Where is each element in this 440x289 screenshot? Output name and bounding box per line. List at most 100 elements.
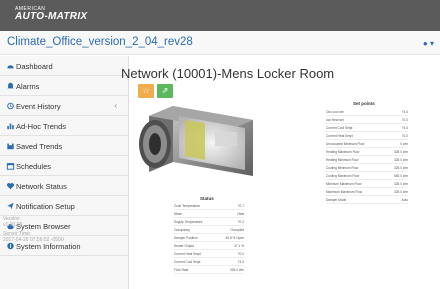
row-value: 74.0	[401, 110, 408, 114]
row-value: 70.0	[401, 134, 408, 138]
row-value: 74.0	[401, 126, 408, 130]
page-title: Network (10001)-Mens Locker Room	[121, 66, 335, 81]
calendar-icon	[6, 163, 15, 170]
table-row: Maximum Maximum Flow 325.0 cfm	[326, 189, 408, 196]
sidebar-item-notification-setup[interactable]: Notification Setup	[0, 196, 129, 216]
row-label: Cooling Maximum Flow	[326, 174, 360, 178]
row-value: 37.1 %	[234, 244, 244, 248]
table-row: Flow Rate 325.0 cfm	[174, 267, 244, 274]
table-row: Current Heat Setpt 70.0	[174, 251, 244, 258]
table-row: Occupancy Occupied	[174, 227, 244, 234]
vav-box-graphic	[139, 106, 253, 176]
table-row: Occ cool set 74.0	[326, 109, 408, 116]
row-label: Heater Output	[174, 244, 195, 248]
row-label: Unoccupied Minimum Flow	[326, 142, 365, 146]
sidebar-item-dashboard[interactable]: Dashboard	[0, 56, 129, 76]
chart-icon	[7, 123, 14, 130]
table-row: occ Heat set 70.0	[326, 117, 408, 124]
history-icon	[7, 102, 14, 110]
dashboard-icon	[7, 65, 14, 69]
row-label: Current Cool Setpt	[326, 126, 353, 130]
row-value: 325.0 cfm	[230, 268, 244, 272]
sidebar-item-ad-hoc-trends[interactable]: Ad-Hoc Trends	[0, 116, 129, 136]
table-row: Minimum Maximum Flow 325.0 cfm	[326, 181, 408, 188]
table-row: Heater Output 37.1 %	[174, 243, 244, 250]
row-label: Heating Minimum Flow	[326, 158, 359, 162]
row-label: Occ cool set	[326, 110, 344, 114]
row-label: Heating Maximum Flow	[326, 150, 360, 154]
table-row: Current Heat Setpt 70.0	[326, 133, 408, 140]
table-row: Current Cool Setpt 74.0	[174, 259, 244, 266]
table-row: Cooling Maximum Flow 650.0 cfm	[326, 173, 408, 180]
row-value: Auto	[401, 198, 408, 202]
row-value: 650.0 cfm	[394, 174, 408, 178]
row-label: Current Cool Setpt	[174, 260, 201, 264]
bell-icon	[7, 82, 14, 90]
sidebar-item-label: Saved Trends	[16, 142, 63, 151]
user-menu-caret: ▾	[429, 39, 434, 48]
row-label: occ Heat set	[326, 118, 344, 122]
set-points-title: Set points	[353, 101, 375, 106]
sidebar: Dashboard Alarms Event History ‹ Ad-Hoc …	[0, 56, 129, 289]
sidebar-item-label: Network Status	[16, 182, 67, 191]
sidebar-item-label: Notification Setup	[16, 202, 75, 211]
table-row: Damper Mode Auto	[326, 197, 408, 204]
row-value: 70.7	[237, 204, 244, 208]
sidebar-item-network-status[interactable]: Network Status	[0, 176, 129, 196]
brand-logo[interactable]: AMERICAN AUTO-MATRIX	[15, 7, 87, 22]
project-bar: Climate_Office_version_2_04_rev28 ● ▾	[0, 31, 440, 55]
row-value: 325.0 cfm	[394, 150, 408, 154]
server-time-value: 2017-04-26 07:56:52 -0500	[3, 237, 64, 243]
chevron-left-icon[interactable]: ‹	[114, 101, 117, 110]
sidebar-item-alarms[interactable]: Alarms	[0, 76, 129, 96]
table-row: Zone Temperature 70.7	[174, 203, 244, 210]
row-label: Maximum Maximum Flow	[326, 190, 363, 194]
sidebar-item-label: Ad-Hoc Trends	[16, 122, 67, 131]
user-icon: ●	[422, 39, 428, 48]
row-value: 70.0	[401, 118, 408, 122]
row-label: Damper Mode	[326, 198, 347, 202]
table-row: Damper Position 45.8 % Open	[174, 235, 244, 242]
sidebar-item-label: Dashboard	[16, 62, 53, 71]
star-icon: ☆	[142, 86, 150, 95]
row-value: 325.0 cfm	[394, 182, 408, 186]
sidebar-item-label: System Information	[16, 242, 81, 251]
row-value: 74.0	[237, 260, 244, 264]
user-menu[interactable]: ● ▾	[423, 39, 434, 48]
brand-line2: AUTO-MATRIX	[15, 11, 88, 22]
table-row: Heating Minimum Flow 325.0 cfm	[326, 157, 408, 164]
table-row: Current Cool Setpt 74.0	[326, 125, 408, 132]
row-value: 325.0 cfm	[394, 166, 408, 170]
plane-icon	[7, 202, 14, 210]
share-button[interactable]: ⇗	[157, 84, 173, 98]
sidebar-item-saved-trends[interactable]: Saved Trends	[0, 136, 129, 156]
sidebar-item-label: System Browser	[16, 222, 71, 231]
table-row: Mode Heat	[174, 211, 244, 218]
row-value: 0 cfm	[400, 142, 408, 146]
sidebar-item-label: Alarms	[16, 82, 40, 91]
row-label: Minimum Maximum Flow	[326, 182, 362, 186]
sidebar-item-schedules[interactable]: Schedules	[0, 156, 129, 176]
top-bar: AMERICAN AUTO-MATRIX	[0, 0, 440, 31]
table-row: Supply Temperature 70.2	[174, 219, 244, 226]
table-row: Heating Maximum Flow 325.0 cfm	[326, 149, 408, 156]
row-label: Mode	[174, 212, 182, 216]
status-title: Status	[200, 196, 214, 201]
row-value: 325.0 cfm	[394, 158, 408, 162]
row-value: 70.2	[237, 220, 244, 224]
save-icon	[7, 143, 14, 150]
project-name[interactable]: Climate_Office_version_2_04_rev28	[7, 36, 193, 48]
sidebar-item-label: Schedules	[16, 162, 52, 171]
row-value: 70.0	[237, 252, 244, 256]
table-row: Cooling Minimum Flow 325.0 cfm	[326, 165, 408, 172]
row-label: Flow Rate	[174, 268, 189, 272]
row-value: 325.0 cfm	[394, 190, 408, 194]
row-label: Cooling Minimum Flow	[326, 166, 359, 170]
row-label: Occupancy	[174, 228, 190, 232]
row-label: Zone Temperature	[174, 204, 200, 208]
row-label: Damper Position	[174, 236, 198, 240]
sidebar-item-label: Event History	[16, 102, 61, 111]
sidebar-item-event-history[interactable]: Event History ‹	[0, 96, 129, 116]
favorite-button[interactable]: ☆	[138, 84, 154, 98]
row-value: 45.8 % Open	[225, 236, 244, 240]
